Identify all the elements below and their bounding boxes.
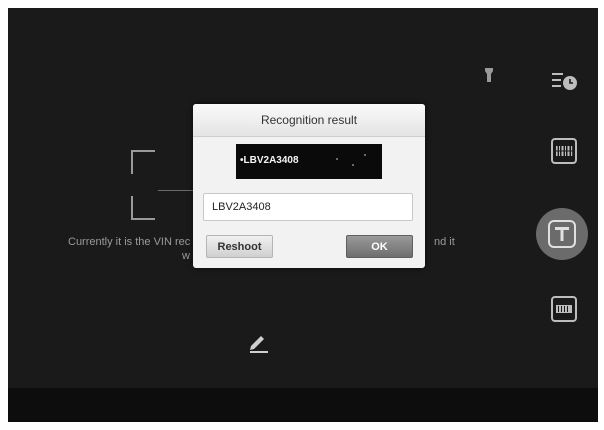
edit-icon[interactable] (248, 333, 270, 358)
plate-image-text: •LBV2A3408 (240, 155, 299, 166)
scan-frame-corner-top-left (131, 150, 155, 174)
scan-hint-text-left: Currently it is the VIN rec (68, 236, 191, 248)
device-frame: Currently it is the VIN rec nd it w Reco… (8, 8, 598, 422)
reshoot-button[interactable]: Reshoot (206, 235, 273, 258)
recognition-result-dialog: Recognition result •LBV2A3408 LBV2A3408 … (193, 104, 425, 268)
recognized-plate-image: •LBV2A3408 (236, 144, 382, 179)
vin-scan-icon[interactable] (551, 296, 577, 327)
plate-noise (352, 164, 354, 166)
bottom-bar (8, 388, 598, 422)
barcode-scan-icon[interactable] (551, 138, 577, 169)
scan-frame-corner-bottom-left (131, 196, 155, 220)
history-icon[interactable] (552, 71, 578, 96)
recognition-result-input[interactable]: LBV2A3408 (203, 193, 413, 221)
plate-noise (364, 154, 366, 156)
flashlight-icon[interactable] (484, 68, 494, 87)
ok-button[interactable]: OK (346, 235, 413, 258)
text-recognition-icon[interactable] (536, 208, 588, 260)
dialog-title: Recognition result (193, 104, 425, 137)
camera-viewfinder: Currently it is the VIN rec nd it w Reco… (8, 8, 598, 388)
scan-hint-text-line2: w (182, 250, 190, 262)
plate-noise (336, 158, 338, 160)
scan-guide-line (158, 190, 198, 191)
scan-hint-text-right: nd it (434, 236, 455, 248)
